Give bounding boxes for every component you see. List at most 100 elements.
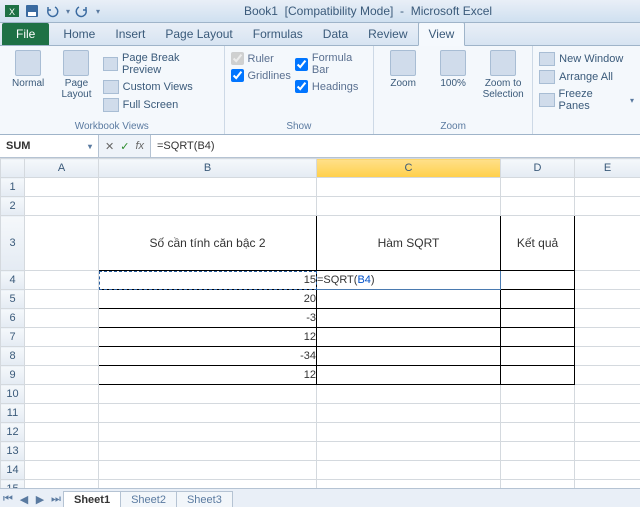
normal-icon <box>15 50 41 76</box>
cell-d3[interactable]: Kết quả <box>501 216 575 271</box>
cell-d5[interactable] <box>501 290 575 309</box>
sheet-tab-3[interactable]: Sheet3 <box>176 491 233 507</box>
cell-c5[interactable] <box>317 290 501 309</box>
sheet-tab-2[interactable]: Sheet2 <box>120 491 177 507</box>
sheet-nav-first-icon[interactable]: ⏮ <box>0 491 16 507</box>
group-zoom: Zoom 100% Zoom to Selection Zoom <box>374 46 533 134</box>
formula-controls: ✕ ✓ fx <box>99 135 151 157</box>
namebox-dropdown-icon[interactable]: ▾ <box>88 142 92 151</box>
col-header-d[interactable]: D <box>501 159 575 178</box>
quick-access-toolbar: X ▾ ▾ <box>4 3 100 19</box>
zoom-button[interactable]: Zoom <box>380 48 426 91</box>
fx-icon[interactable]: fx <box>135 140 144 152</box>
cell-c3[interactable]: Hàm SQRT <box>317 216 501 271</box>
ruler-checkbox[interactable]: Ruler <box>231 52 291 65</box>
cell-d4[interactable] <box>501 271 575 290</box>
sheet-tab-bar: ⏮ ◀ ▶ ⏭ Sheet1 Sheet2 Sheet3 <box>0 488 640 507</box>
tab-view[interactable]: View <box>418 22 466 46</box>
row-header[interactable]: 5 <box>1 290 25 309</box>
cell-c8[interactable] <box>317 347 501 366</box>
normal-button[interactable]: Normal <box>6 48 50 91</box>
new-window-button[interactable]: New Window <box>539 52 634 66</box>
formula-bar-checkbox[interactable]: Formula Bar <box>295 52 367 76</box>
row-header[interactable]: 2 <box>1 197 25 216</box>
worksheet-grid[interactable]: A B C D E 1 2 3 Số cần tính căn bậc 2 Hà… <box>0 158 640 488</box>
row-header[interactable]: 1 <box>1 178 25 197</box>
row-header[interactable]: 12 <box>1 423 25 442</box>
row-header[interactable]: 7 <box>1 328 25 347</box>
zoom-sel-icon <box>490 50 516 76</box>
row-header[interactable]: 4 <box>1 271 25 290</box>
headings-checkbox[interactable]: Headings <box>295 80 367 93</box>
select-all-corner[interactable] <box>1 159 25 178</box>
new-window-icon <box>539 52 555 66</box>
row-header[interactable]: 15 <box>1 480 25 489</box>
compat-mode: [Compatibility Mode] <box>285 4 394 18</box>
arrange-all-button[interactable]: Arrange All <box>539 70 634 84</box>
col-header-e[interactable]: E <box>575 159 640 178</box>
name-box[interactable]: SUM▾ <box>0 135 99 157</box>
cell-c7[interactable] <box>317 328 501 347</box>
col-header-a[interactable]: A <box>25 159 99 178</box>
arrange-all-icon <box>539 70 555 84</box>
row-header[interactable]: 13 <box>1 442 25 461</box>
cell-c4-editing[interactable]: =SQRT(B4) <box>317 271 501 290</box>
undo-icon[interactable] <box>44 3 60 19</box>
tab-page-layout[interactable]: Page Layout <box>155 23 242 45</box>
cell-d9[interactable] <box>501 366 575 385</box>
sheet-nav-prev-icon[interactable]: ◀ <box>16 491 32 507</box>
row-header[interactable]: 8 <box>1 347 25 366</box>
undo-dropdown-icon[interactable]: ▾ <box>66 7 70 16</box>
group-workbook-views: Normal Page Layout Page Break Preview Cu… <box>0 46 225 134</box>
redo-icon[interactable] <box>74 3 90 19</box>
custom-views-button[interactable]: Custom Views <box>103 80 218 94</box>
row-header[interactable]: 14 <box>1 461 25 480</box>
cell-b9[interactable]: 12 <box>99 366 317 385</box>
enter-icon[interactable]: ✓ <box>120 140 129 153</box>
group-label-workbook-views: Workbook Views <box>6 119 218 134</box>
sheet-nav-last-icon[interactable]: ⏭ <box>48 491 64 507</box>
gridlines-checkbox[interactable]: Gridlines <box>231 69 291 82</box>
cell-b3[interactable]: Số cần tính căn bậc 2 <box>99 216 317 271</box>
cell-d7[interactable] <box>501 328 575 347</box>
page-break-preview-button[interactable]: Page Break Preview <box>103 52 218 76</box>
col-header-b[interactable]: B <box>99 159 317 178</box>
tab-data[interactable]: Data <box>313 23 358 45</box>
save-icon[interactable] <box>24 3 40 19</box>
row-header[interactable]: 10 <box>1 385 25 404</box>
group-label-show: Show <box>231 119 368 134</box>
cell-b8[interactable]: -34 <box>99 347 317 366</box>
file-tab[interactable]: File <box>2 23 49 45</box>
full-screen-button[interactable]: Full Screen <box>103 98 218 112</box>
svg-text:X: X <box>9 7 15 17</box>
custom-views-icon <box>103 80 119 94</box>
sheet-nav-next-icon[interactable]: ▶ <box>32 491 48 507</box>
cell-b4[interactable]: 15 <box>99 271 317 290</box>
tab-review[interactable]: Review <box>358 23 417 45</box>
cell-d8[interactable] <box>501 347 575 366</box>
group-show: Ruler Gridlines Formula Bar Headings Sho… <box>225 46 375 134</box>
page-layout-button[interactable]: Page Layout <box>54 48 98 102</box>
cell-b5[interactable]: 20 <box>99 290 317 309</box>
cancel-icon[interactable]: ✕ <box>105 140 114 153</box>
cell-b6[interactable]: -3 <box>99 309 317 328</box>
tab-insert[interactable]: Insert <box>105 23 155 45</box>
tab-formulas[interactable]: Formulas <box>243 23 313 45</box>
row-header[interactable]: 6 <box>1 309 25 328</box>
zoom-to-selection-button[interactable]: Zoom to Selection <box>480 48 526 102</box>
col-header-c[interactable]: C <box>317 159 501 178</box>
tab-home[interactable]: Home <box>53 23 105 45</box>
cell-d6[interactable] <box>501 309 575 328</box>
cell-b7[interactable]: 12 <box>99 328 317 347</box>
row-header[interactable]: 9 <box>1 366 25 385</box>
formula-input[interactable]: =SQRT(B4) <box>151 135 640 157</box>
cell-c9[interactable] <box>317 366 501 385</box>
zoom-100-button[interactable]: 100% <box>430 48 476 91</box>
sheet-tab-1[interactable]: Sheet1 <box>63 491 121 507</box>
freeze-panes-button[interactable]: Freeze Panes▾ <box>539 88 634 112</box>
group-label-zoom: Zoom <box>380 119 526 134</box>
cell-c6[interactable] <box>317 309 501 328</box>
ribbon-tabs: File Home Insert Page Layout Formulas Da… <box>0 23 640 46</box>
row-header[interactable]: 3 <box>1 216 25 271</box>
row-header[interactable]: 11 <box>1 404 25 423</box>
